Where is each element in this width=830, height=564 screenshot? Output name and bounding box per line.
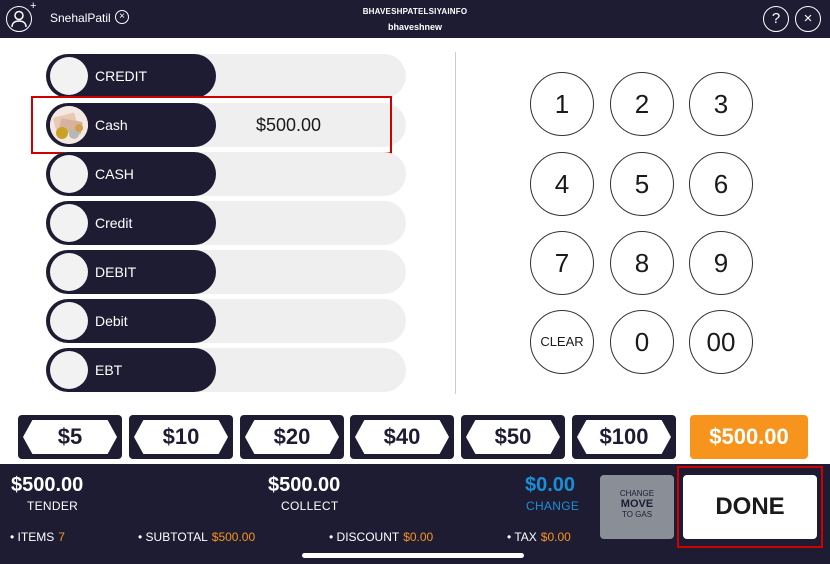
tender-cash-upper[interactable]: CASH <box>46 152 406 196</box>
tender-total-value: $500.00 <box>11 474 84 496</box>
selected-tender-highlight <box>31 96 392 154</box>
tender-label: CASH <box>95 166 134 182</box>
current-user: bhaveshnew <box>387 22 443 32</box>
change-move-line2: MOVE <box>620 498 654 510</box>
done-button-highlight: DONE <box>677 466 823 548</box>
bill-label: $40 <box>355 420 449 454</box>
bill-label: $10 <box>134 420 228 454</box>
keypad-6[interactable]: 6 <box>689 152 753 216</box>
quick-cash-40-button[interactable]: $40 <box>350 415 454 459</box>
tax-stat: • TAX $0.00 <box>507 530 571 544</box>
tender-label: EBT <box>95 362 123 378</box>
tender-ebt[interactable]: EBT <box>46 348 406 392</box>
keypad-1[interactable]: 1 <box>530 72 594 136</box>
tender-total-label: TENDER <box>27 499 79 513</box>
tender-label: DEBIT <box>95 264 137 280</box>
tender-label: Debit <box>95 313 128 329</box>
bill-label: $50 <box>466 420 560 454</box>
quick-cash-50-button[interactable]: $50 <box>461 415 565 459</box>
tender-debit[interactable]: Debit <box>46 299 406 343</box>
quick-cash-5-button[interactable]: $5 <box>18 415 122 459</box>
keypad-5[interactable]: 5 <box>610 152 674 216</box>
keypad-2[interactable]: 2 <box>610 72 674 136</box>
tender-icon <box>50 302 88 340</box>
tender-icon <box>50 204 88 242</box>
store-name: BHAVESHPATELSIYAINFO <box>362 7 468 16</box>
keypad-clear[interactable]: CLEAR <box>530 310 594 374</box>
subtotal-label: • SUBTOTAL <box>138 530 208 544</box>
items-value: 7 <box>58 530 65 544</box>
tax-value: $0.00 <box>540 530 571 544</box>
close-button[interactable]: × <box>795 6 821 32</box>
panel-divider <box>455 52 456 394</box>
change-value: $0.00 <box>525 474 576 496</box>
done-button[interactable]: DONE <box>683 475 817 539</box>
change-move-line3: TO GAS <box>621 510 653 519</box>
tender-label: CREDIT <box>95 68 148 84</box>
change-move-line1: CHANGE <box>619 489 655 498</box>
change-label: CHANGE <box>526 499 580 513</box>
top-bar: + SnehalPatil × BHAVESHPATELSIYAINFO bha… <box>0 0 830 38</box>
tax-label: • TAX <box>507 530 537 544</box>
tender-debit-upper[interactable]: DEBIT <box>46 250 406 294</box>
change-move-to-gas-button[interactable]: CHANGE MOVE TO GAS <box>600 475 674 539</box>
bill-label: $5 <box>23 420 117 454</box>
help-button[interactable]: ? <box>763 6 789 32</box>
keypad-8[interactable]: 8 <box>610 231 674 295</box>
tender-icon <box>50 57 88 95</box>
summary-bar: $500.00 TENDER $500.00 COLLECT $0.00 CHA… <box>0 464 830 564</box>
collect-total-label: COLLECT <box>281 499 339 513</box>
quick-cash-10-button[interactable]: $10 <box>129 415 233 459</box>
tender-label: Credit <box>95 215 133 231</box>
tender-icon <box>50 253 88 291</box>
subtotal-value: $500.00 <box>211 530 256 544</box>
discount-stat: • DISCOUNT $0.00 <box>329 530 433 544</box>
collect-total-value: $500.00 <box>268 474 341 496</box>
quick-cash-20-button[interactable]: $20 <box>240 415 344 459</box>
exact-amount-button[interactable]: $500.00 <box>690 415 808 459</box>
tender-credit-upper[interactable]: CREDIT <box>46 54 406 98</box>
tender-icon <box>50 351 88 389</box>
keypad-3[interactable]: 3 <box>689 72 753 136</box>
quick-cash-100-button[interactable]: $100 <box>572 415 676 459</box>
home-indicator[interactable] <box>302 553 524 558</box>
keypad-9[interactable]: 9 <box>689 231 753 295</box>
items-stat: • ITEMS 7 <box>10 530 65 544</box>
discount-value: $0.00 <box>403 530 434 544</box>
tender-icon <box>50 155 88 193</box>
items-label: • ITEMS <box>10 530 55 544</box>
bill-label: $20 <box>245 420 339 454</box>
keypad-0[interactable]: 0 <box>610 310 674 374</box>
discount-label: • DISCOUNT <box>329 530 400 544</box>
keypad-4[interactable]: 4 <box>530 152 594 216</box>
bill-label: $100 <box>577 420 671 454</box>
subtotal-stat: • SUBTOTAL $500.00 <box>138 530 255 544</box>
tender-credit[interactable]: Credit <box>46 201 406 245</box>
keypad-7[interactable]: 7 <box>530 231 594 295</box>
keypad-00[interactable]: 00 <box>689 310 753 374</box>
